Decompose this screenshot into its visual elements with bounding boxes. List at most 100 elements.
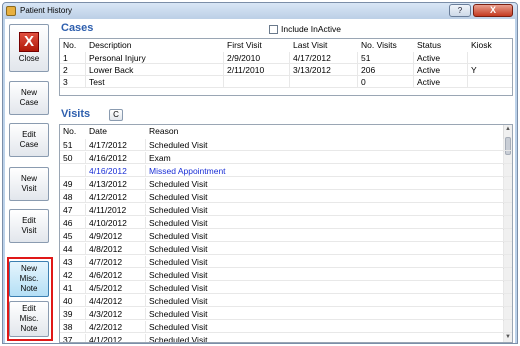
cases-cell: 206 (358, 64, 414, 76)
cases-cell (290, 76, 358, 88)
new-misc-line2: Misc. (19, 274, 39, 283)
edit-visit-line1: Edit (22, 216, 36, 225)
visits-header-row: No. Date Reason (60, 125, 512, 137)
cases-title: Cases (61, 22, 94, 34)
visits-row[interactable]: 46 4/10/2012 Scheduled Visit (60, 217, 512, 229)
visits-cell: 45 (60, 230, 86, 242)
edit-misc-note-button[interactable]: Edit Misc. Note (9, 301, 49, 337)
visits-cell: 4/13/2012 (86, 178, 146, 190)
include-inactive-box[interactable] (269, 24, 278, 34)
visits-cell: 38 (60, 321, 86, 333)
visits-cell: 4/9/2012 (86, 230, 146, 242)
visits-row[interactable]: 39 4/3/2012 Scheduled Visit (60, 308, 512, 320)
new-misc-note-button[interactable]: New Misc. Note (9, 261, 49, 297)
app-icon (6, 6, 16, 16)
window-title: Patient History (20, 6, 73, 15)
edit-case-button[interactable]: Edit Case (9, 123, 49, 157)
visits-column-header: Date (89, 126, 107, 136)
help-button[interactable]: ? (449, 4, 471, 17)
visits-cell: Scheduled Visit (146, 282, 504, 294)
visits-row[interactable]: 49 4/13/2012 Scheduled Visit (60, 178, 512, 190)
close-button-label: Close (18, 54, 40, 63)
visits-cell: 4/16/2012 (86, 152, 146, 164)
window-close-button[interactable]: X (473, 4, 513, 17)
cases-cell: Y (468, 64, 512, 76)
visits-cell: 4/5/2012 (86, 282, 146, 294)
cases-table: No. Description First Visit Last Visit No. V… (59, 38, 513, 96)
cases-row[interactable]: 2 Lower Back 2/11/2010 3/13/2012 206 Active Y (60, 64, 512, 76)
visits-cell: 40 (60, 295, 86, 307)
visits-table: ▲ ▼ No. Date Reason 51 4/17/2012 Scheduled Vi… (59, 124, 513, 343)
visits-row[interactable]: 47 4/11/2012 Scheduled Visit (60, 204, 512, 216)
cases-cell: 2 (60, 64, 86, 76)
cases-row[interactable]: 1 Personal Injury 2/9/2010 4/17/2012 51 Activ… (60, 52, 512, 64)
cases-column-header: Kiosk (471, 40, 492, 50)
visits-row[interactable]: 50 4/16/2012 Exam (60, 152, 512, 164)
visits-cell: 4/3/2012 (86, 308, 146, 320)
visits-cell (60, 165, 86, 177)
visits-row[interactable]: 43 4/7/2012 Scheduled Visit (60, 256, 512, 268)
visits-cell: 4/7/2012 (86, 256, 146, 268)
visits-cell: Scheduled Visit (146, 308, 504, 320)
visits-row[interactable]: 44 4/8/2012 Scheduled Visit (60, 243, 512, 255)
edit-misc-line1: Edit (22, 304, 36, 313)
cases-cell: Active (414, 76, 468, 88)
cases-cell: Active (414, 64, 468, 76)
cases-cell: 0 (358, 76, 414, 88)
visits-row[interactable]: 42 4/6/2012 Scheduled Visit (60, 269, 512, 281)
edit-case-line1: Edit (22, 130, 36, 139)
visits-cell: 4/16/2012 (86, 165, 146, 177)
cases-cell: 2/9/2010 (224, 52, 290, 64)
visits-cell: 47 (60, 204, 86, 216)
visits-row[interactable]: 45 4/9/2012 Scheduled Visit (60, 230, 512, 242)
visits-row[interactable]: 48 4/12/2012 Scheduled Visit (60, 191, 512, 203)
cases-column-header: Status (417, 40, 442, 50)
visits-cell: 50 (60, 152, 86, 164)
visits-cell: 4/8/2012 (86, 243, 146, 255)
cases-cell (468, 76, 512, 88)
visits-row[interactable]: 40 4/4/2012 Scheduled Visit (60, 295, 512, 307)
cases-cell: 4/17/2012 (290, 52, 358, 64)
visits-cell: 39 (60, 308, 86, 320)
visits-cell: Scheduled Visit (146, 191, 504, 203)
cases-header-row: No. Description First Visit Last Visit No. V… (60, 39, 512, 51)
visits-filter-button[interactable]: C (109, 109, 123, 121)
close-button[interactable]: X Close (9, 24, 49, 72)
visits-cell: Scheduled Visit (146, 295, 504, 307)
new-misc-line3: Note (20, 284, 38, 293)
include-inactive-checkbox[interactable]: Include InActive (269, 24, 341, 34)
client-area: X Close New Case Edit Case New Visit Edi… (5, 19, 515, 343)
visits-row[interactable]: 41 4/5/2012 Scheduled Visit (60, 282, 512, 294)
cases-cell (224, 76, 290, 88)
visits-cell: 48 (60, 191, 86, 203)
visits-cell: 37 (60, 334, 86, 342)
visits-cell: 49 (60, 178, 86, 190)
visits-row[interactable]: 38 4/2/2012 Scheduled Visit (60, 321, 512, 333)
main-panel: Cases Include InActive No. Description Fir… (57, 19, 515, 343)
visits-cell: Scheduled Visit (146, 139, 504, 151)
visits-column-header: No. (63, 126, 77, 136)
edit-visit-line2: Visit (21, 226, 37, 235)
visits-cell: Exam (146, 152, 504, 164)
visits-cell: 4/10/2012 (86, 217, 146, 229)
patient-history-window: Patient History ? X X Close New Case Edi… (2, 2, 518, 344)
cases-row[interactable]: 3 Test 0 Active (60, 76, 512, 88)
new-visit-button[interactable]: New Visit (9, 167, 49, 201)
cases-cell (468, 52, 512, 64)
edit-visit-button[interactable]: Edit Visit (9, 209, 49, 243)
visits-cell: 43 (60, 256, 86, 268)
visits-cell: 4/2/2012 (86, 321, 146, 333)
visits-row[interactable]: 4/16/2012 Missed Appointment (60, 165, 512, 177)
visits-cell: 4/17/2012 (86, 139, 146, 151)
visits-cell: Scheduled Visit (146, 178, 504, 190)
cases-column-header: Last Visit (293, 40, 328, 50)
visits-cell: Scheduled Visit (146, 217, 504, 229)
sidebar: X Close New Case Edit Case New Visit Edi… (5, 19, 55, 343)
cases-cell: Test (86, 76, 224, 88)
visits-cell: 46 (60, 217, 86, 229)
cases-column-header: No. Visits (361, 40, 397, 50)
visits-row[interactable]: 51 4/17/2012 Scheduled Visit (60, 139, 512, 151)
cases-column-header: No. (63, 40, 77, 50)
visits-row[interactable]: 37 4/1/2012 Scheduled Visit (60, 334, 512, 342)
new-case-button[interactable]: New Case (9, 81, 49, 115)
